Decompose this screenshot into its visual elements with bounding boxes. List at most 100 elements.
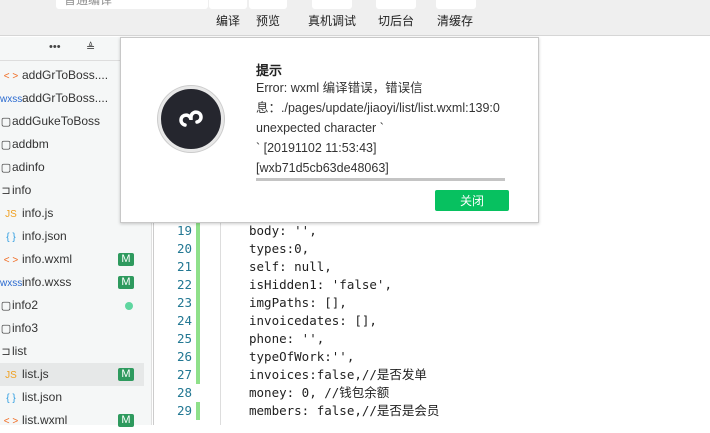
code-line[interactable]: 22 isHidden1: 'false', [154,276,710,294]
json-file-icon: { } [6,393,16,404]
code-text: phone: '', [249,331,325,346]
remote-debug-button[interactable]: 真机调试 [308,12,356,29]
line-number: 25 [176,331,192,346]
git-change-marker [196,276,200,294]
error-dialog: 提示 Error: wxml 编译错误，错误信 息：./pages/update… [120,37,539,223]
folder-open-icon: ⊐ [1,185,11,197]
file-tree-item[interactable]: wxssinfo.wxss M [0,271,144,294]
wxss-file-icon: wxss [0,278,23,289]
file-tree-item[interactable]: < > list.wxml M [0,409,144,432]
line-number: 22 [176,277,192,292]
remote-debug-button-icon[interactable] [312,0,352,9]
file-name: addGrToBoss.... [22,68,109,82]
line-number: 26 [176,349,192,364]
line-number: 24 [176,313,192,328]
close-button[interactable]: 关闭 [435,190,509,211]
line-number: 19 [176,223,192,238]
line-number: 20 [176,241,192,256]
code-line[interactable]: 25 phone: '', [154,330,710,348]
file-name: info.wxml [22,252,73,266]
message-line: ` [20191102 11:53:43] [256,141,377,155]
preview-button[interactable]: 预览 [256,12,280,29]
wxml-file-icon: < > [3,71,19,82]
modified-badge: M [118,414,134,427]
git-change-marker [196,294,200,312]
code-line[interactable]: 20 types:0, [154,240,710,258]
modified-badge: M [118,276,134,289]
git-change-marker [196,312,200,330]
line-number: 29 [176,403,192,418]
line-number: 21 [176,259,192,274]
file-tree-item[interactable]: ⊐list [0,340,144,363]
compile-mode-value: 普通编译 [64,0,113,7]
message-line: [wxb71d5cb63de48063] [256,161,389,175]
compile-button[interactable]: 编译 [216,12,240,29]
git-change-marker [196,366,200,384]
code-text: isHidden1: 'false', [249,277,392,292]
code-line[interactable]: 26 typeOfWork:'', [154,348,710,366]
file-name: list [12,344,27,358]
file-name: info.js [22,206,54,220]
file-name: info3 [12,321,39,335]
compile-button-icon[interactable] [209,0,247,9]
clear-cache-button-icon[interactable] [436,0,476,9]
wxss-file-icon: wxss [0,94,23,105]
line-number: 27 [176,367,192,382]
dialog-title: 提示 [256,63,283,78]
background-button[interactable]: 切后台 [378,12,414,29]
code-text: typeOfWork:'', [249,349,355,364]
file-tree-item[interactable]: { } list.json [0,386,144,409]
dialog-message: Error: wxml 编译错误，错误信 息：./pages/update/ji… [256,78,536,178]
code-line[interactable]: 28 money: 0, //钱包余额 [154,384,710,402]
file-name: addGukeToBoss [12,114,101,128]
code-line[interactable]: 23 imgPaths: [], [154,294,710,312]
line-number: 28 [176,385,192,400]
toolbar: 普通编译 编译 预览 真机调试 切后台 清缓存 [0,0,710,36]
collapse-icon[interactable]: ≜ [86,41,95,54]
background-button-icon[interactable] [376,0,416,9]
more-icon[interactable]: ••• [49,41,61,53]
message-line: Error: wxml 编译错误，错误信 [256,81,423,95]
folder-icon: ▢ [0,139,12,151]
miniprogram-logo-icon [158,86,224,152]
wxml-file-icon: < > [3,416,19,427]
file-tree-item[interactable]: ▢info3 [0,317,144,340]
horizontal-scrollbar[interactable] [256,178,505,181]
code-line[interactable]: 29 members: false,//是否是会员 [154,402,710,420]
code-line[interactable]: 19 body: '', [154,222,710,240]
code-text: invoicedates: [], [249,313,377,328]
code-text: invoices:false,//是否发单 [249,367,427,382]
wxml-file-icon: < > [3,255,19,266]
file-name: info.json [22,229,67,243]
file-name: list.json [22,390,63,404]
file-name: addGrToBoss.... [22,91,109,105]
file-tree-item[interactable]: JS list.js M [0,363,144,386]
file-name: list.js [22,367,49,381]
modified-badge: M [118,253,134,266]
file-name: adinfo [12,160,45,174]
js-file-icon: JS [5,209,17,220]
file-tree-item[interactable]: { } info.json [0,225,144,248]
compile-mode-select[interactable]: 普通编译 [56,0,208,9]
git-change-marker [196,240,200,258]
git-change-marker [196,348,200,366]
js-file-icon: JS [5,370,17,381]
code-text: self: null, [249,259,332,274]
code-line[interactable]: 21 self: null, [154,258,710,276]
modified-badge: M [118,368,134,381]
code-line[interactable]: 24 invoicedates: [], [154,312,710,330]
preview-button-icon[interactable] [249,0,287,9]
file-name: info.wxss [22,275,72,289]
untracked-dot-icon [125,302,133,310]
clear-cache-button[interactable]: 清缓存 [437,12,473,29]
code-text: body: '', [249,223,317,238]
git-change-marker [196,330,200,348]
file-tree-item[interactable]: ▢info2 [0,294,144,317]
code-line[interactable]: 27 invoices:false,//是否发单 [154,366,710,384]
message-line: 息：./pages/update/jiaoyi/list/list.wxml:1… [256,101,500,115]
file-tree-item[interactable]: < > info.wxml M [0,248,144,271]
line-number: 23 [176,295,192,310]
message-line: unexpected character ` [256,121,384,135]
git-change-marker [196,222,200,240]
code-text: types:0, [249,241,310,256]
